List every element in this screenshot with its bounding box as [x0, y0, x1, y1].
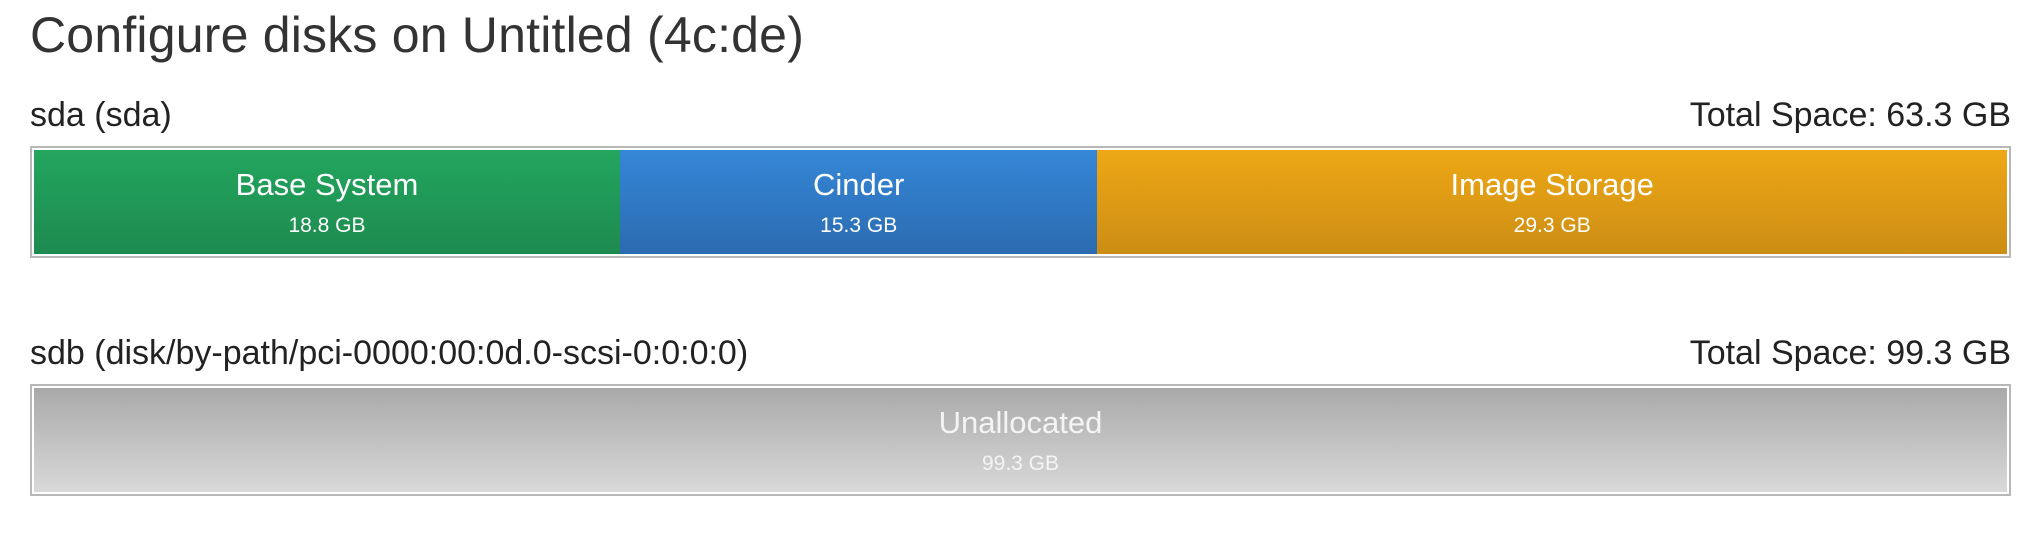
volume-image-storage[interactable]: Image Storage 29.3 GB: [1097, 150, 2007, 254]
disk-total-space: Total Space: 99.3 GB: [1689, 334, 2011, 372]
disk-total-space: Total Space: 63.3 GB: [1689, 96, 2011, 134]
disk-sdb: sdb (disk/by-path/pci-0000:00:0d.0-scsi-…: [30, 334, 2011, 496]
disk-usage-bar: Unallocated 99.3 GB: [30, 384, 2011, 496]
volume-unallocated[interactable]: Unallocated 99.3 GB: [34, 388, 2007, 492]
disk-sda: sda (sda) Total Space: 63.3 GB Base Syst…: [30, 96, 2011, 258]
volume-size: 15.3 GB: [820, 214, 898, 237]
volume-name: Base System: [235, 167, 419, 202]
volume-cinder[interactable]: Cinder 15.3 GB: [619, 150, 1098, 254]
disk-name: sda (sda): [30, 96, 172, 134]
disk-header: sdb (disk/by-path/pci-0000:00:0d.0-scsi-…: [30, 334, 2011, 384]
volume-name: Cinder: [813, 167, 905, 202]
disk-header: sda (sda) Total Space: 63.3 GB: [30, 96, 2011, 146]
volume-size: 99.3 GB: [981, 452, 1060, 475]
volume-size: 29.3 GB: [1513, 214, 1591, 237]
volume-name: Image Storage: [1450, 167, 1654, 202]
volume-base-system[interactable]: Base System 18.8 GB: [34, 150, 620, 254]
volume-name: Unallocated: [938, 405, 1103, 440]
volume-size: 18.8 GB: [288, 214, 366, 237]
disk-usage-bar: Base System 18.8 GB Cinder 15.3 GB Image…: [30, 146, 2011, 258]
disk-name: sdb (disk/by-path/pci-0000:00:0d.0-scsi-…: [30, 334, 749, 372]
page-title: Configure disks on Untitled (4c:de): [30, 7, 805, 63]
